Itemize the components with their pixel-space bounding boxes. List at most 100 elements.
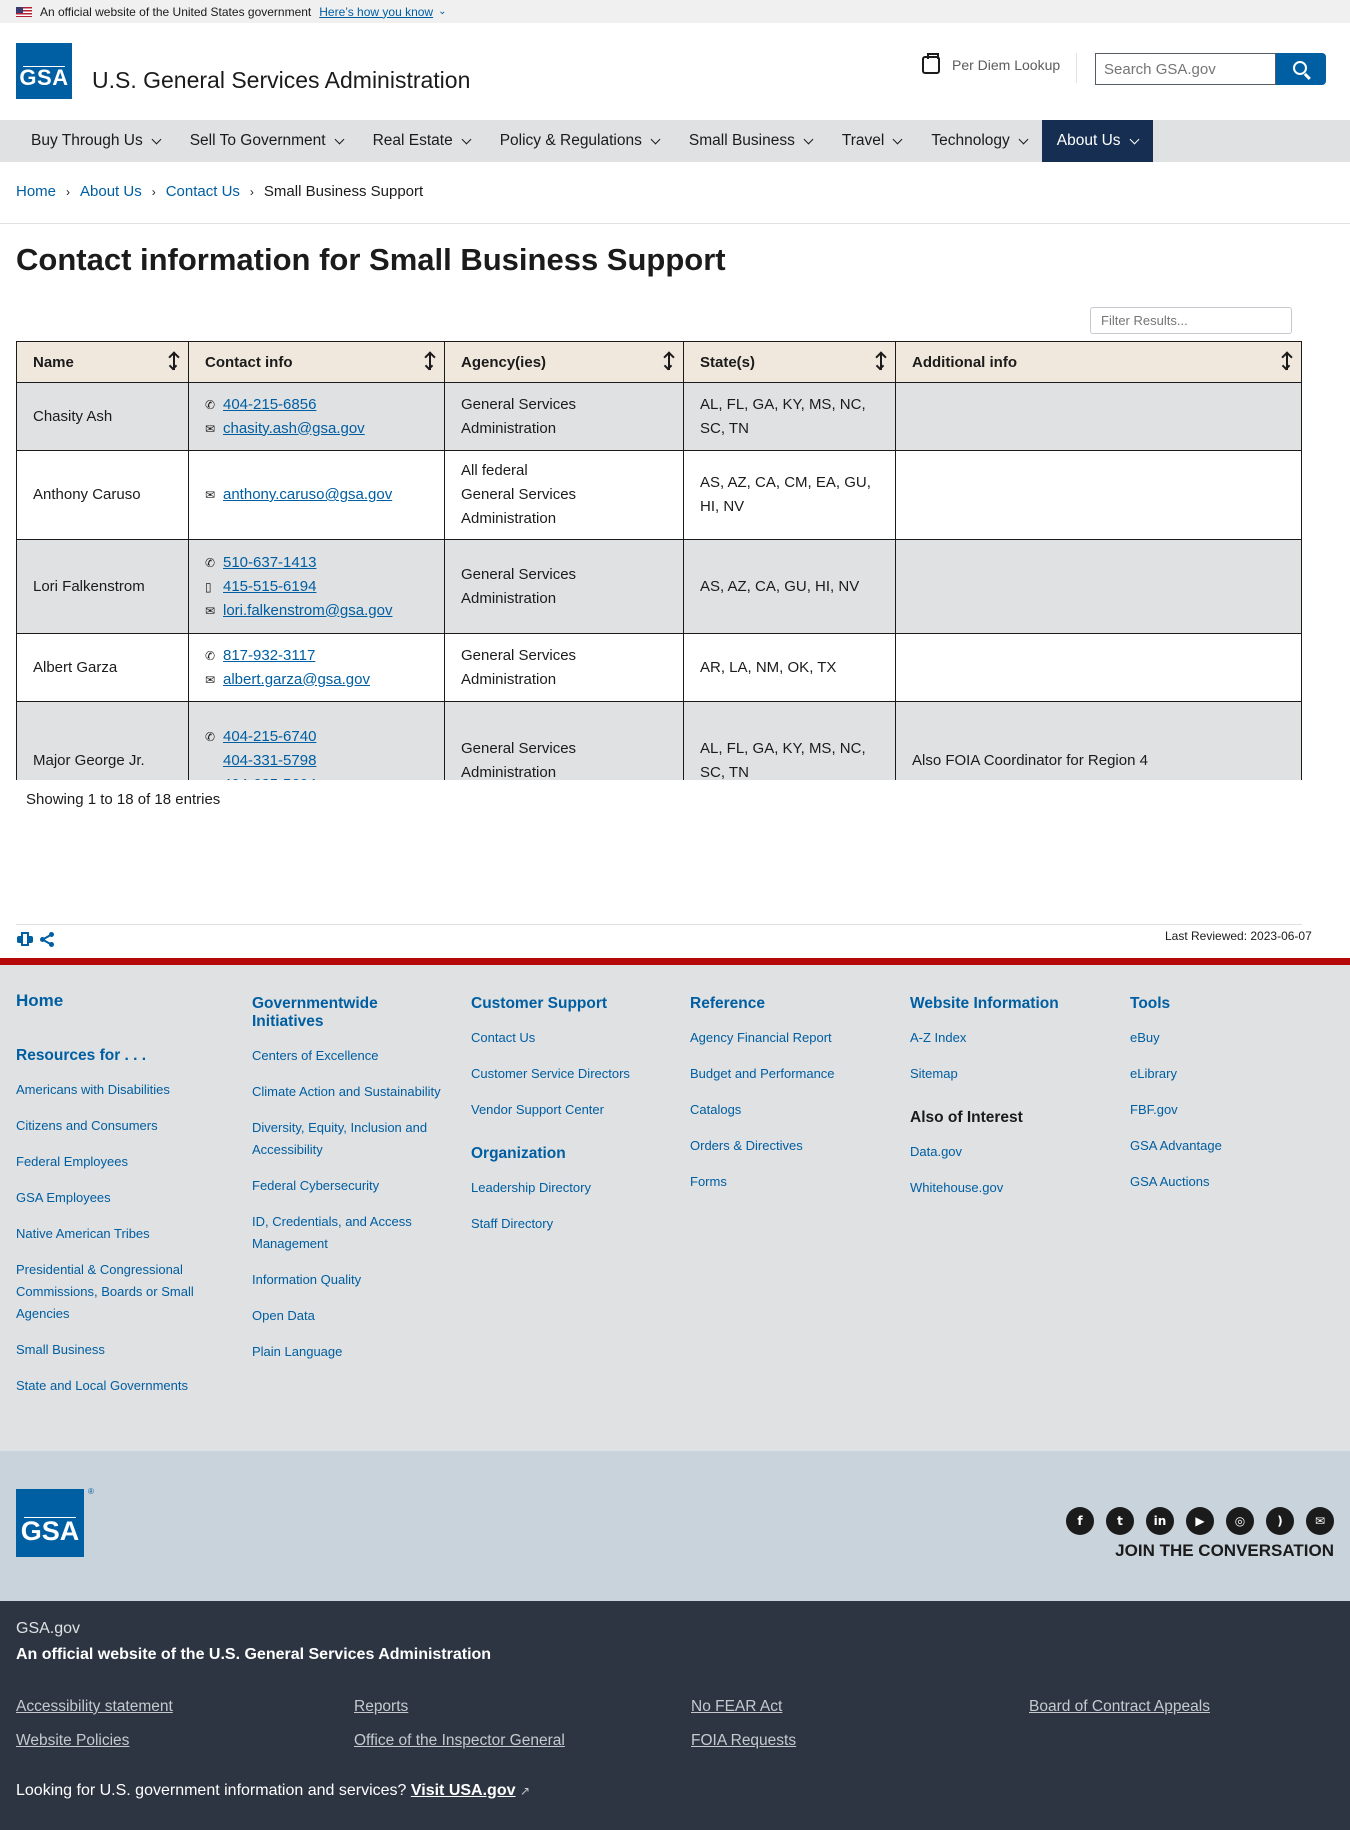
gsa-footer-logo[interactable]: GSA xyxy=(16,1489,84,1557)
phone-link[interactable]: 817-932-3117 xyxy=(223,644,315,668)
breadcrumb-about-us[interactable]: About Us xyxy=(80,183,142,200)
footer-link[interactable]: Centers of Excellence xyxy=(252,1045,442,1067)
email-link[interactable]: albert.garza@gsa.gov xyxy=(223,668,370,692)
phone-link[interactable]: 404-331-5798 xyxy=(223,749,316,773)
phone-link[interactable]: 510-637-1413 xyxy=(223,551,316,575)
linkedin-icon[interactable]: in xyxy=(1146,1507,1174,1535)
instagram-icon[interactable]: ◎ xyxy=(1226,1507,1254,1535)
share-icon[interactable] xyxy=(40,932,54,947)
footer-link[interactable]: eLibrary xyxy=(1130,1063,1330,1085)
footer-link[interactable]: Information Quality xyxy=(252,1269,442,1291)
nav-buy-through-us[interactable]: Buy Through Us xyxy=(16,120,175,162)
visit-usa-gov-link[interactable]: Visit USA.gov xyxy=(411,1782,516,1799)
footer-link[interactable]: Climate Action and Sustainability xyxy=(252,1081,442,1103)
per-diem-lookup-link[interactable]: Per Diem Lookup xyxy=(922,53,1060,74)
board-of-contract-appeals-link[interactable]: Board of Contract Appeals xyxy=(1029,1698,1210,1716)
nav-real-estate[interactable]: Real Estate xyxy=(358,120,485,162)
footer-link[interactable]: GSA Auctions xyxy=(1130,1171,1330,1193)
footer-link[interactable]: Americans with Disabilities xyxy=(16,1079,216,1101)
footer-link[interactable]: Forms xyxy=(690,1171,890,1193)
reports-link[interactable]: Reports xyxy=(354,1698,408,1716)
column-header-agencies[interactable]: Agency(ies) xyxy=(444,341,684,383)
cell-name: Anthony Caruso xyxy=(16,450,189,540)
footer-link[interactable]: Citizens and Consumers xyxy=(16,1115,216,1137)
nav-sell-to-government[interactable]: Sell To Government xyxy=(175,120,358,162)
header-label: Additional info xyxy=(912,353,1017,371)
footer-link[interactable]: Federal Cybersecurity xyxy=(252,1175,442,1197)
footer-link[interactable]: Plain Language xyxy=(252,1341,442,1363)
search-input[interactable]: Search GSA.gov xyxy=(1095,53,1276,85)
site-title[interactable]: U.S. General Services Administration xyxy=(92,67,470,94)
nav-policy-regulations[interactable]: Policy & Regulations xyxy=(485,120,674,162)
cell-info xyxy=(895,382,1302,451)
website-policies-link[interactable]: Website Policies xyxy=(16,1732,129,1750)
breadcrumb-contact-us[interactable]: Contact Us xyxy=(166,183,240,200)
footer-home-link[interactable]: Home xyxy=(16,992,216,1010)
accessibility-statement-link[interactable]: Accessibility statement xyxy=(16,1698,173,1716)
footer-link[interactable]: eBuy xyxy=(1130,1027,1330,1049)
join-conversation: JOIN THE CONVERSATION xyxy=(1115,1541,1334,1560)
sort-icon[interactable] xyxy=(875,352,886,372)
nav-about-us[interactable]: About Us xyxy=(1041,120,1153,162)
footer-link[interactable]: State and Local Governments xyxy=(16,1375,216,1397)
footer-link[interactable]: Catalogs xyxy=(690,1099,890,1121)
footer-link[interactable]: Orders & Directives xyxy=(690,1135,890,1157)
filter-results-input[interactable]: Filter Results... xyxy=(1090,307,1292,334)
youtube-icon[interactable]: ▶ xyxy=(1186,1507,1214,1535)
column-header-contact-info[interactable]: Contact info xyxy=(188,341,445,383)
us-flag-icon xyxy=(16,6,32,17)
chevron-down-icon xyxy=(461,134,472,145)
email-link[interactable]: chasity.ash@gsa.gov xyxy=(223,417,365,441)
email-link[interactable]: lori.falkenstrom@gsa.gov xyxy=(223,599,392,623)
footer-link[interactable]: Vendor Support Center xyxy=(471,1099,671,1121)
twitter-icon[interactable]: t xyxy=(1106,1507,1134,1535)
nav-small-business[interactable]: Small Business xyxy=(674,120,827,162)
footer-link[interactable]: Small Business xyxy=(16,1339,216,1361)
search-button[interactable] xyxy=(1276,53,1326,85)
column-header-name[interactable]: Name xyxy=(16,341,189,383)
facebook-icon[interactable]: f xyxy=(1066,1507,1094,1535)
email-link[interactable]: anthony.caruso@gsa.gov xyxy=(223,483,392,507)
sort-icon[interactable] xyxy=(424,352,435,372)
footer-link[interactable]: Whitehouse.gov xyxy=(910,1177,1110,1199)
footer-link[interactable]: Native American Tribes xyxy=(16,1223,216,1245)
column-header-states[interactable]: State(s) xyxy=(683,341,896,383)
breadcrumb-home[interactable]: Home xyxy=(16,183,56,200)
foia-requests-link[interactable]: FOIA Requests xyxy=(691,1732,796,1750)
email-icon[interactable]: ✉ xyxy=(1306,1507,1334,1535)
footer-link[interactable]: Presidential & Congressional Commissions… xyxy=(16,1259,216,1325)
footer-link[interactable]: FBF.gov xyxy=(1130,1099,1330,1121)
footer-link[interactable]: GSA Advantage xyxy=(1130,1135,1330,1157)
footer-link[interactable]: Sitemap xyxy=(910,1063,1110,1085)
footer-link[interactable]: Diversity, Equity, Inclusion and Accessi… xyxy=(252,1117,442,1161)
gsa-logo[interactable]: GSA xyxy=(16,43,72,99)
blog-icon[interactable]: ) xyxy=(1266,1507,1294,1535)
phone-link[interactable]: 404-215-6740 xyxy=(223,725,316,749)
nav-travel[interactable]: Travel xyxy=(827,120,917,162)
column-header-additional-info[interactable]: Additional info xyxy=(895,341,1302,383)
footer-link[interactable]: GSA Employees xyxy=(16,1187,216,1209)
footer-link[interactable]: ID, Credentials, and Access Management xyxy=(252,1211,442,1255)
mobile-link[interactable]: 404-625-5604 xyxy=(223,773,316,781)
sort-icon[interactable] xyxy=(168,352,179,372)
no-fear-act-link[interactable]: No FEAR Act xyxy=(691,1698,782,1716)
footer-link[interactable]: Leadership Directory xyxy=(471,1177,671,1199)
footer-link[interactable]: Staff Directory xyxy=(471,1213,671,1235)
footer-link[interactable]: A-Z Index xyxy=(910,1027,1110,1049)
footer-link[interactable]: Federal Employees xyxy=(16,1151,216,1173)
footer-link[interactable]: Data.gov xyxy=(910,1141,1110,1163)
sort-icon[interactable] xyxy=(663,352,674,372)
mobile-link[interactable]: 415-515-6194 xyxy=(223,575,316,599)
print-icon[interactable] xyxy=(17,932,33,946)
inspector-general-link[interactable]: Office of the Inspector General xyxy=(354,1732,565,1750)
nav-technology[interactable]: Technology xyxy=(916,120,1041,162)
footer-link[interactable]: Budget and Performance xyxy=(690,1063,890,1085)
footer-link[interactable]: Customer Service Directors xyxy=(471,1063,671,1085)
how-you-know-link[interactable]: Here’s how you know xyxy=(319,5,433,19)
chevron-down-icon[interactable]: ⌄ xyxy=(438,6,446,17)
footer-link[interactable]: Agency Financial Report xyxy=(690,1027,890,1049)
footer-link[interactable]: Open Data xyxy=(252,1305,442,1327)
sort-icon[interactable] xyxy=(1281,352,1292,372)
footer-link[interactable]: Contact Us xyxy=(471,1027,671,1049)
phone-link[interactable]: 404-215-6856 xyxy=(223,393,316,417)
